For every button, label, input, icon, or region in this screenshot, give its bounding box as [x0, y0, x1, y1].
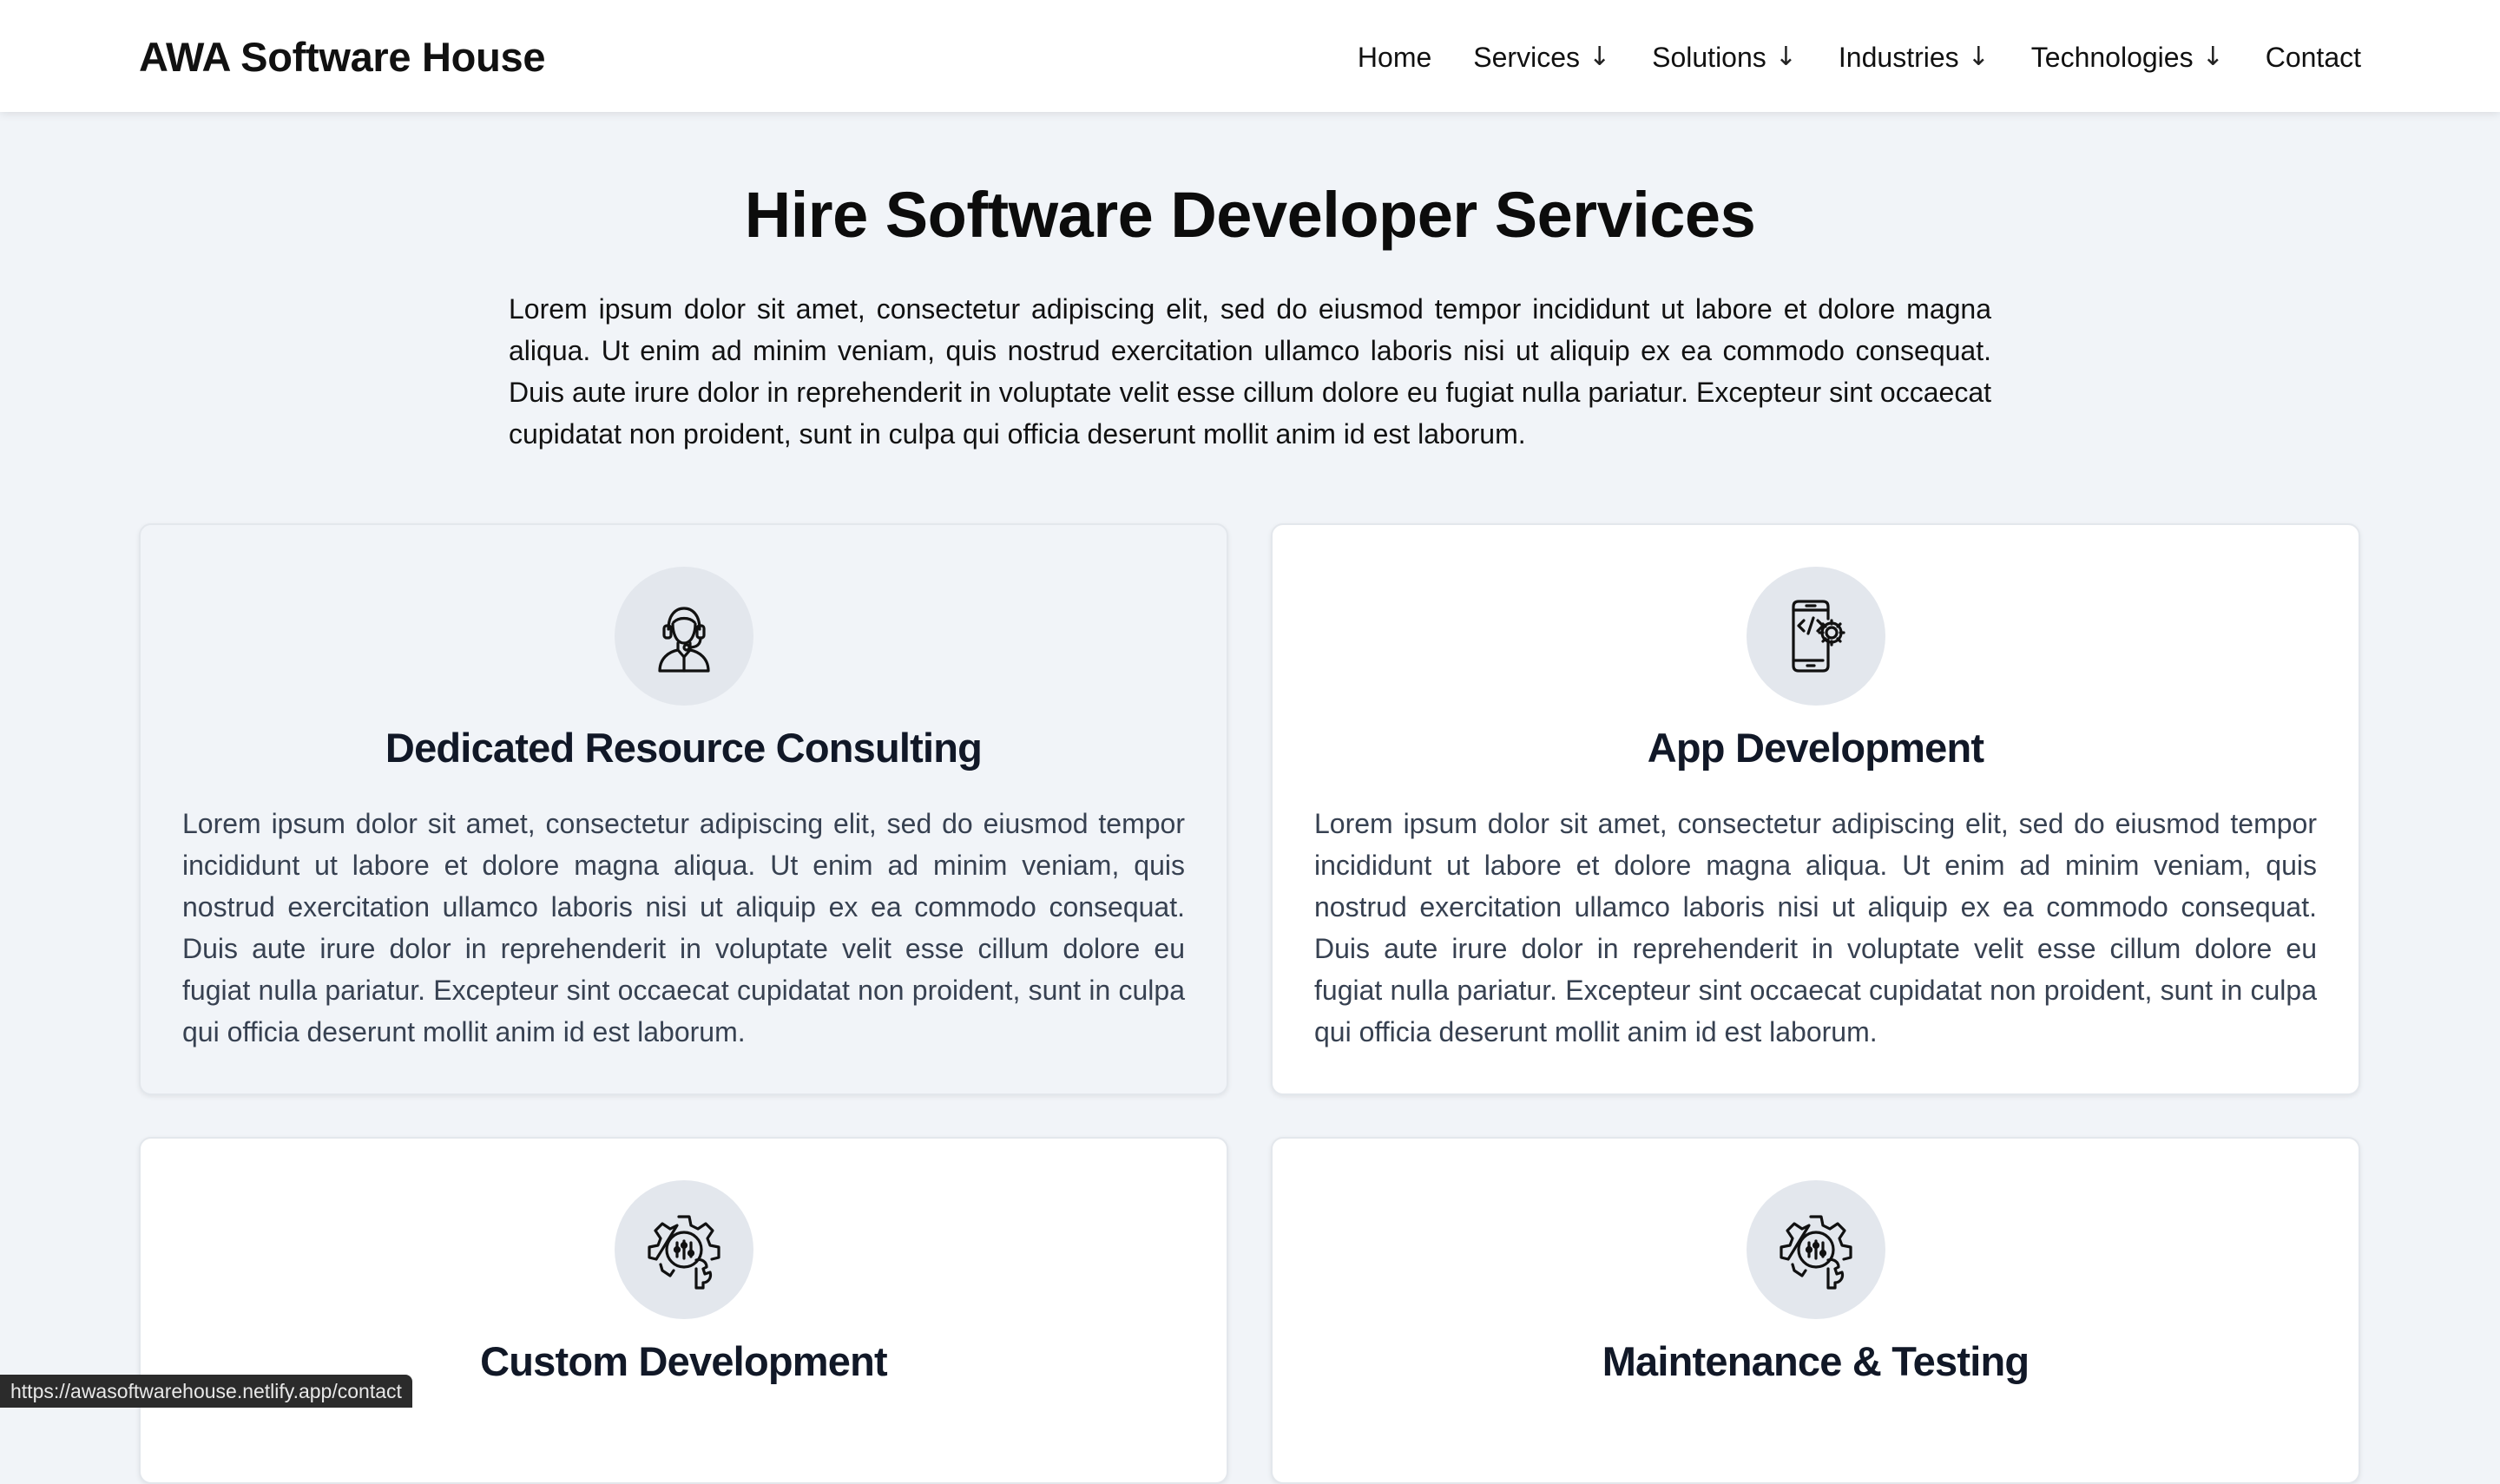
nav-contact[interactable]: Contact [2266, 38, 2361, 76]
service-card-dedicated-resource[interactable]: Dedicated Resource Consulting Lorem ipsu… [139, 523, 1228, 1095]
service-card-custom-development[interactable]: Custom Development [139, 1137, 1228, 1484]
page-title: Hire Software Developer Services [0, 176, 2500, 254]
support-agent-icon [641, 593, 727, 680]
site-header: AWA Software House Home Services ↓ Solut… [0, 0, 2500, 112]
arrow-down-icon: ↓ [1968, 38, 1990, 76]
nav-technologies[interactable]: Technologies ↓ [2031, 38, 2224, 76]
nav-solutions[interactable]: Solutions ↓ [1652, 38, 1797, 76]
link-status-bar: https://awasoftwarehouse.netlify.app/con… [0, 1375, 412, 1408]
arrow-down-icon: ↓ [2202, 38, 2224, 76]
card-description: Lorem ipsum dolor sit amet, consectetur … [1314, 803, 2317, 1053]
card-description: Lorem ipsum dolor sit amet, consectetur … [182, 803, 1185, 1053]
nav-technologies-label: Technologies [2031, 38, 2194, 76]
nav-industries-label: Industries [1839, 38, 1959, 76]
card-icon-circle [1747, 1180, 1885, 1319]
nav-contact-label: Contact [2266, 38, 2361, 76]
main-content: Hire Software Developer Services Lorem i… [0, 112, 2500, 1408]
nav-industries[interactable]: Industries ↓ [1839, 38, 1990, 76]
card-icon-circle [615, 567, 753, 706]
card-title: Dedicated Resource Consulting [141, 721, 1227, 775]
service-card-app-development[interactable]: App Development Lorem ipsum dolor sit am… [1271, 523, 2360, 1095]
nav-services[interactable]: Services ↓ [1473, 38, 1610, 76]
nav-home-label: Home [1358, 38, 1431, 76]
main-nav: Home Services ↓ Solutions ↓ Industries ↓… [1358, 38, 2361, 76]
arrow-down-icon: ↓ [1775, 38, 1797, 76]
service-card-maintenance-testing[interactable]: Maintenance & Testing [1271, 1137, 2360, 1484]
mobile-code-gear-icon [1773, 593, 1859, 680]
card-title: Maintenance & Testing [1273, 1335, 2359, 1389]
arrow-down-icon: ↓ [1589, 38, 1610, 76]
nav-home[interactable]: Home [1358, 38, 1431, 76]
gear-wrench-icon [641, 1206, 727, 1293]
card-icon-circle [615, 1180, 753, 1319]
nav-services-label: Services [1473, 38, 1580, 76]
card-title: App Development [1273, 721, 2359, 775]
brand-logo[interactable]: AWA Software House [139, 33, 545, 82]
hero-description: Lorem ipsum dolor sit amet, consectetur … [509, 288, 1991, 455]
gear-wrench-icon [1773, 1206, 1859, 1293]
card-icon-circle [1747, 567, 1885, 706]
nav-solutions-label: Solutions [1652, 38, 1766, 76]
